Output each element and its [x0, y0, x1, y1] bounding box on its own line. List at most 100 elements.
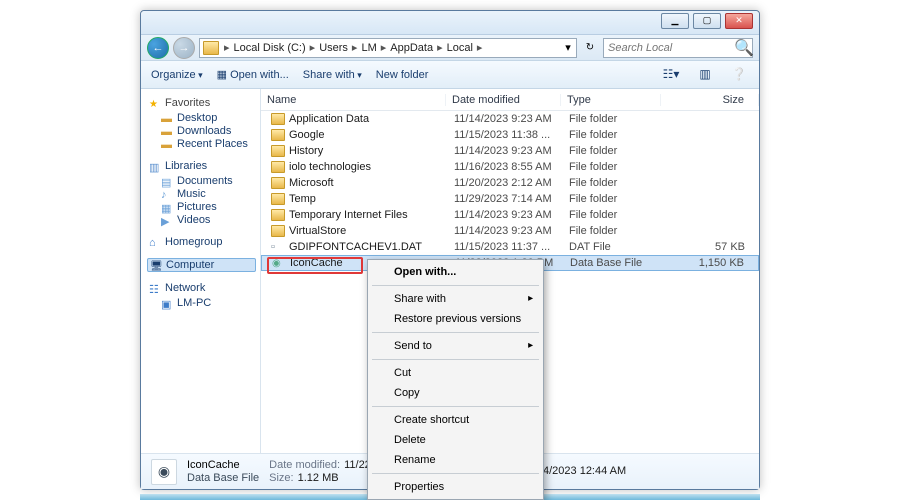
drive-icon — [203, 41, 219, 55]
maximize-button[interactable]: ▢ — [693, 13, 721, 29]
nav-network[interactable]: Network — [149, 282, 256, 294]
column-header-row: Name Date modified Type Size — [261, 89, 759, 111]
folder-icon — [271, 113, 285, 125]
ctx-send-to[interactable]: Send to — [370, 336, 541, 356]
status-label: Size: — [269, 472, 293, 484]
file-date: 11/20/2023 2:12 AM — [454, 177, 569, 189]
share-with-menu[interactable]: Share with — [303, 69, 362, 81]
ctx-copy[interactable]: Copy — [370, 383, 541, 403]
file-date: 11/14/2023 9:23 AM — [454, 113, 569, 125]
chevron-right-icon[interactable]: ▸ — [475, 41, 485, 54]
breadcrumb-segment[interactable]: Local Disk (C:) — [232, 42, 308, 54]
navigation-pane: Favorites Desktop Downloads Recent Place… — [141, 89, 261, 457]
file-row[interactable]: History11/14/2023 9:23 AMFile folder — [261, 143, 759, 159]
nav-homegroup[interactable]: Homegroup — [149, 236, 256, 248]
ctx-share-with[interactable]: Share with — [370, 289, 541, 309]
preview-pane-button[interactable]: ▥ — [695, 67, 715, 83]
help-button[interactable]: ❔ — [729, 67, 749, 83]
file-row[interactable]: GDIPFONTCACHEV1.DAT11/15/2023 11:37 ...D… — [261, 239, 759, 255]
file-row[interactable]: VirtualStore11/14/2023 9:23 AMFile folde… — [261, 223, 759, 239]
column-type[interactable]: Type — [561, 94, 661, 106]
breadcrumb-segment[interactable]: LM — [359, 42, 378, 54]
file-name: VirtualStore — [289, 225, 454, 237]
chevron-right-icon[interactable]: ▸ — [308, 41, 318, 54]
file-row[interactable]: Google11/15/2023 11:38 ...File folder — [261, 127, 759, 143]
file-type: File folder — [569, 177, 669, 189]
nav-pictures[interactable]: Pictures — [161, 201, 256, 213]
folder-icon — [161, 126, 173, 136]
file-date: 11/29/2023 7:14 AM — [454, 193, 569, 205]
file-row[interactable]: Temporary Internet Files11/14/2023 9:23 … — [261, 207, 759, 223]
folder-icon — [271, 161, 285, 173]
view-menu[interactable]: ☷▾ — [661, 67, 681, 83]
nav-libraries[interactable]: Libraries — [149, 160, 256, 172]
file-row[interactable]: Application Data11/14/2023 9:23 AMFile f… — [261, 111, 759, 127]
nav-pc[interactable]: LM-PC — [161, 297, 256, 309]
chevron-right-icon[interactable]: ▸ — [222, 41, 232, 54]
separator — [372, 359, 539, 360]
file-row[interactable]: Microsoft11/20/2023 2:12 AMFile folder — [261, 175, 759, 191]
ctx-rename[interactable]: Rename — [370, 450, 541, 470]
network-icon — [149, 283, 161, 293]
column-size[interactable]: Size — [661, 94, 759, 106]
folder-icon — [271, 145, 285, 157]
file-date: 11/16/2023 8:55 AM — [454, 161, 569, 173]
ctx-delete[interactable]: Delete — [370, 430, 541, 450]
organize-menu[interactable]: Organize — [151, 69, 203, 81]
file-type: File folder — [569, 129, 669, 141]
folder-icon — [161, 113, 173, 123]
file-row[interactable]: Temp11/29/2023 7:14 AMFile folder — [261, 191, 759, 207]
separator — [372, 285, 539, 286]
refresh-button[interactable]: ↻ — [581, 39, 599, 57]
address-bar: ← → ▸ Local Disk (C:)▸ Users▸ LM▸ AppDat… — [141, 35, 759, 61]
breadcrumb[interactable]: ▸ Local Disk (C:)▸ Users▸ LM▸ AppData▸ L… — [199, 38, 577, 58]
nav-downloads[interactable]: Downloads — [161, 125, 256, 137]
file-date: 11/15/2023 11:38 ... — [454, 129, 569, 141]
ctx-cut[interactable]: Cut — [370, 363, 541, 383]
search-input[interactable] — [604, 42, 734, 54]
open-with-button[interactable]: ▦Open with... — [217, 68, 289, 81]
folder-icon — [271, 177, 285, 189]
videos-icon — [161, 215, 173, 225]
minimize-button[interactable]: ▁ — [661, 13, 689, 29]
history-dropdown[interactable]: ▾ — [560, 41, 576, 54]
file-type-icon: ◉ — [151, 459, 177, 485]
ctx-open-with[interactable]: Open with... — [370, 262, 541, 282]
file-type: File folder — [569, 225, 669, 237]
titlebar[interactable]: ▁ ▢ ✕ — [141, 11, 759, 35]
nav-documents[interactable]: Documents — [161, 175, 256, 187]
breadcrumb-segment[interactable]: AppData — [388, 42, 435, 54]
openwith-icon: ▦ — [217, 68, 227, 81]
ctx-restore-previous-versions[interactable]: Restore previous versions — [370, 309, 541, 329]
file-row[interactable]: iolo technologies11/16/2023 8:55 AMFile … — [261, 159, 759, 175]
nav-videos[interactable]: Videos — [161, 214, 256, 226]
breadcrumb-segment[interactable]: Users — [317, 42, 350, 54]
close-button[interactable]: ✕ — [725, 13, 753, 29]
nav-music[interactable]: Music — [161, 188, 256, 200]
pictures-icon — [161, 202, 173, 212]
column-name[interactable]: Name — [261, 94, 446, 106]
chevron-right-icon[interactable]: ▸ — [379, 41, 389, 54]
folder-icon — [271, 209, 285, 221]
file-type: File folder — [569, 193, 669, 205]
new-folder-button[interactable]: New folder — [376, 69, 429, 81]
chevron-right-icon[interactable]: ▸ — [350, 41, 360, 54]
chevron-right-icon[interactable]: ▸ — [435, 41, 445, 54]
ctx-properties[interactable]: Properties — [370, 477, 541, 497]
file-name: Application Data — [289, 113, 454, 125]
file-icon — [272, 257, 286, 269]
search-icon[interactable]: 🔍 — [734, 38, 752, 58]
ctx-create-shortcut[interactable]: Create shortcut — [370, 410, 541, 430]
separator — [372, 332, 539, 333]
forward-button[interactable]: → — [173, 37, 195, 59]
nav-desktop[interactable]: Desktop — [161, 112, 256, 124]
search-box[interactable]: 🔍 — [603, 38, 753, 58]
back-button[interactable]: ← — [147, 37, 169, 59]
nav-favorites[interactable]: Favorites — [149, 97, 256, 109]
breadcrumb-segment[interactable]: Local — [445, 42, 475, 54]
file-icon — [271, 241, 285, 253]
column-date-modified[interactable]: Date modified — [446, 94, 561, 106]
nav-computer[interactable]: Computer — [147, 258, 256, 272]
nav-recent-places[interactable]: Recent Places — [161, 138, 256, 150]
file-type: File folder — [569, 113, 669, 125]
